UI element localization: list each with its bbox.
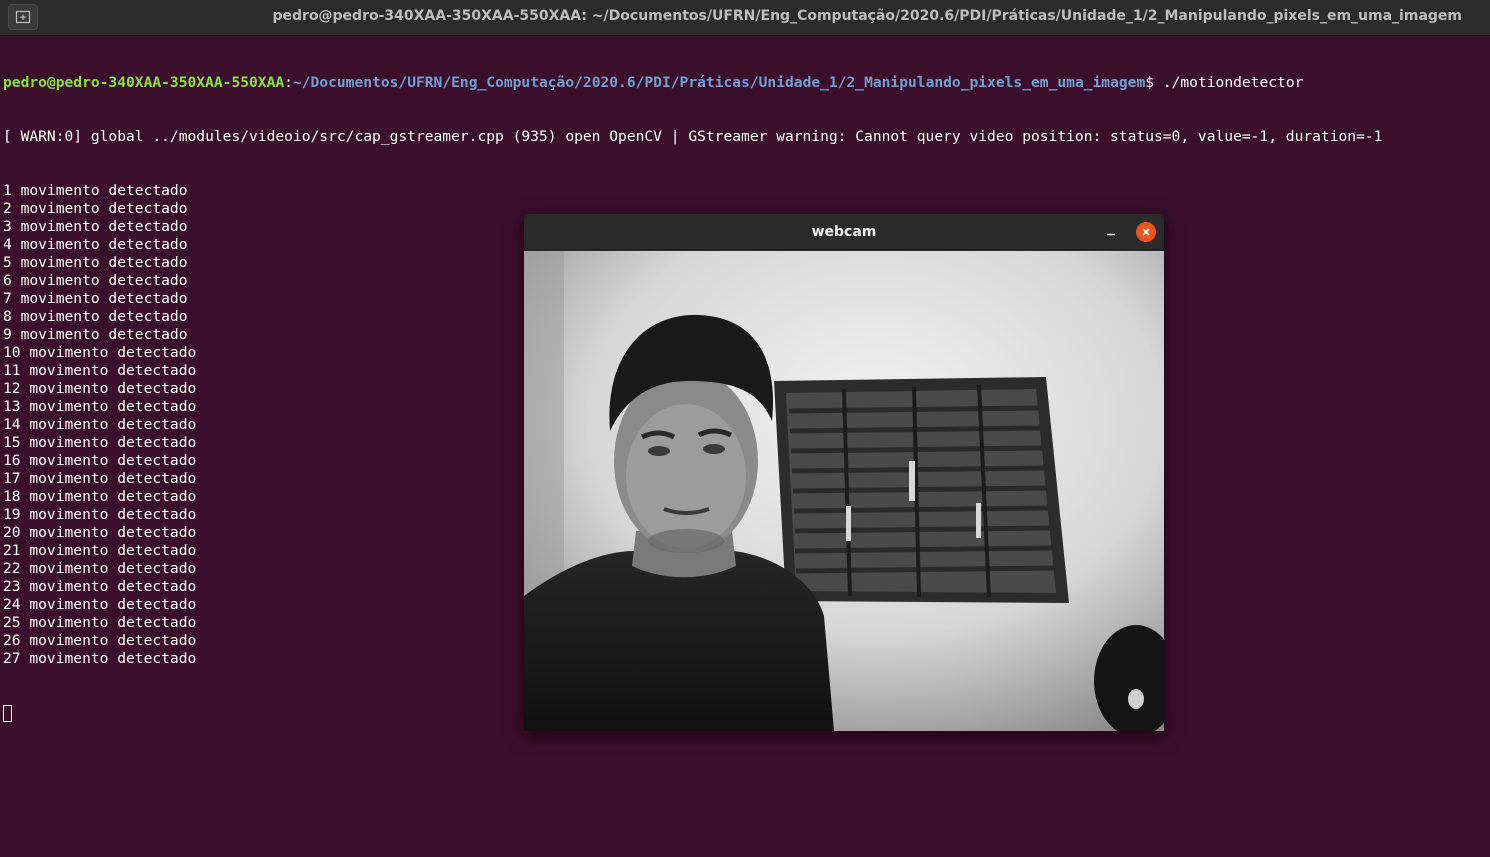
- close-icon: [1142, 228, 1150, 236]
- terminal-cursor: [3, 705, 12, 722]
- warning-line: [ WARN:0] global ../modules/videoio/src/…: [3, 128, 1383, 145]
- webcam-title: webcam: [811, 224, 877, 240]
- webcam-window[interactable]: webcam: [524, 214, 1164, 731]
- prompt-separator: :: [284, 74, 293, 91]
- new-tab-button[interactable]: [8, 4, 38, 30]
- minimize-icon: [1107, 233, 1115, 236]
- prompt-user: pedro@pedro-340XAA-350XAA-550XAA: [3, 74, 285, 91]
- close-button[interactable]: [1136, 222, 1156, 242]
- prompt-symbol: $: [1145, 74, 1163, 91]
- prompt-line: pedro@pedro-340XAA-350XAA-550XAA:~/Docum…: [3, 74, 1487, 92]
- prompt-path: ~/Documentos/UFRN/Eng_Computação/2020.6/…: [292, 74, 1146, 91]
- minimize-button[interactable]: [1100, 222, 1122, 242]
- webcam-feed-image: [524, 251, 1164, 731]
- output-line: 1 movimento detectado: [3, 182, 188, 199]
- webcam-frame-illustration: [524, 251, 1164, 731]
- command-text: ./motiondetector: [1162, 74, 1304, 91]
- window-title: pedro@pedro-340XAA-350XAA-550XAA: ~/Docu…: [272, 8, 1462, 24]
- terminal-titlebar[interactable]: pedro@pedro-340XAA-350XAA-550XAA: ~/Docu…: [0, 0, 1490, 36]
- webcam-titlebar[interactable]: webcam: [524, 214, 1164, 250]
- new-tab-icon: [15, 10, 31, 24]
